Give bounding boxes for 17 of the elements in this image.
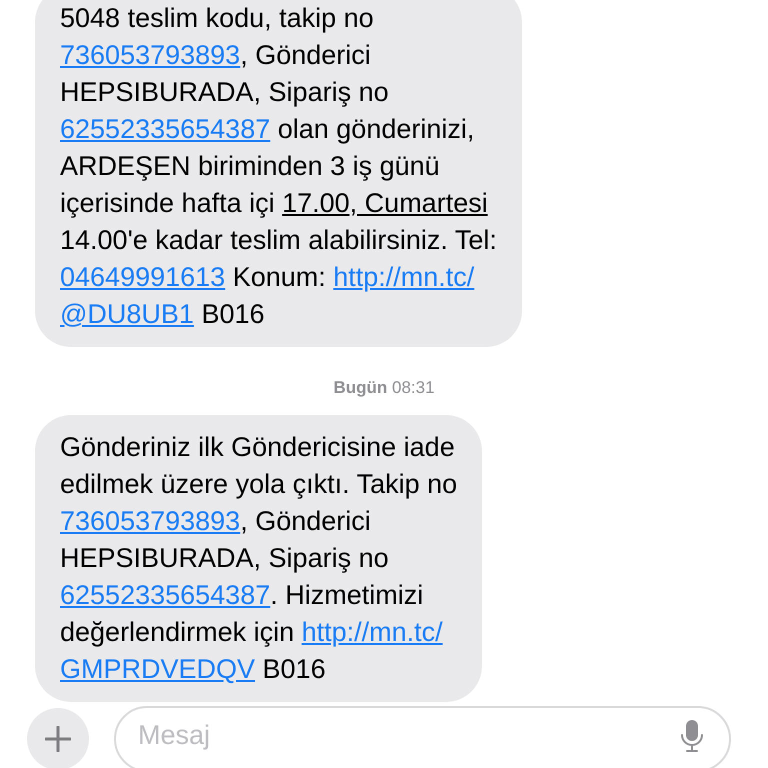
message-input[interactable]: Mesaj (138, 720, 681, 750)
link[interactable]: 736053793893 (60, 506, 240, 536)
link[interactable]: 736053793893 (60, 40, 240, 70)
link[interactable]: http://mn.tc/ (302, 616, 443, 646)
microphone-icon[interactable] (681, 720, 703, 752)
plus-icon (45, 726, 71, 752)
link[interactable]: @DU8UB1 (60, 299, 194, 329)
link[interactable]: http://mn.tc/ (333, 262, 474, 292)
message-field[interactable]: Mesaj (114, 706, 731, 768)
link[interactable]: 62552335654387 (60, 580, 270, 610)
link[interactable]: 62552335654387 (60, 114, 270, 144)
date-link[interactable]: 17.00, Cumartesi (282, 188, 488, 218)
timestamp: Bugün 08:31 (333, 377, 435, 399)
message-text: Gönderiniz ilk Göndericisine iade edilmek üzere yola çıktı. Takip no 736053793893, Gönderici HEPSIBURADA, Sipariş no 62552335654387. Hizmetimizi değerlendirmek için http://mn.tc/ GMPRDVEDQV B016 (60, 430, 458, 686)
link[interactable]: GMPRDVEDQV (60, 654, 256, 684)
message-text: 5048 teslim kodu, takip no 736053793893, Gönderici HEPSIBURADA, Sipariş no 62552335654387 olan gönderinizi, ARDEŞEN biriminden 3 iş günü içerisinde hafta içi 17.00, Cumartesi 14.00'e kadar teslim alabilirsiniz. Tel: 04649991613 Konum: http://mn.tc/ @DU8UB1 B016 (60, 2, 497, 331)
link[interactable]: 04649991613 (60, 262, 226, 292)
